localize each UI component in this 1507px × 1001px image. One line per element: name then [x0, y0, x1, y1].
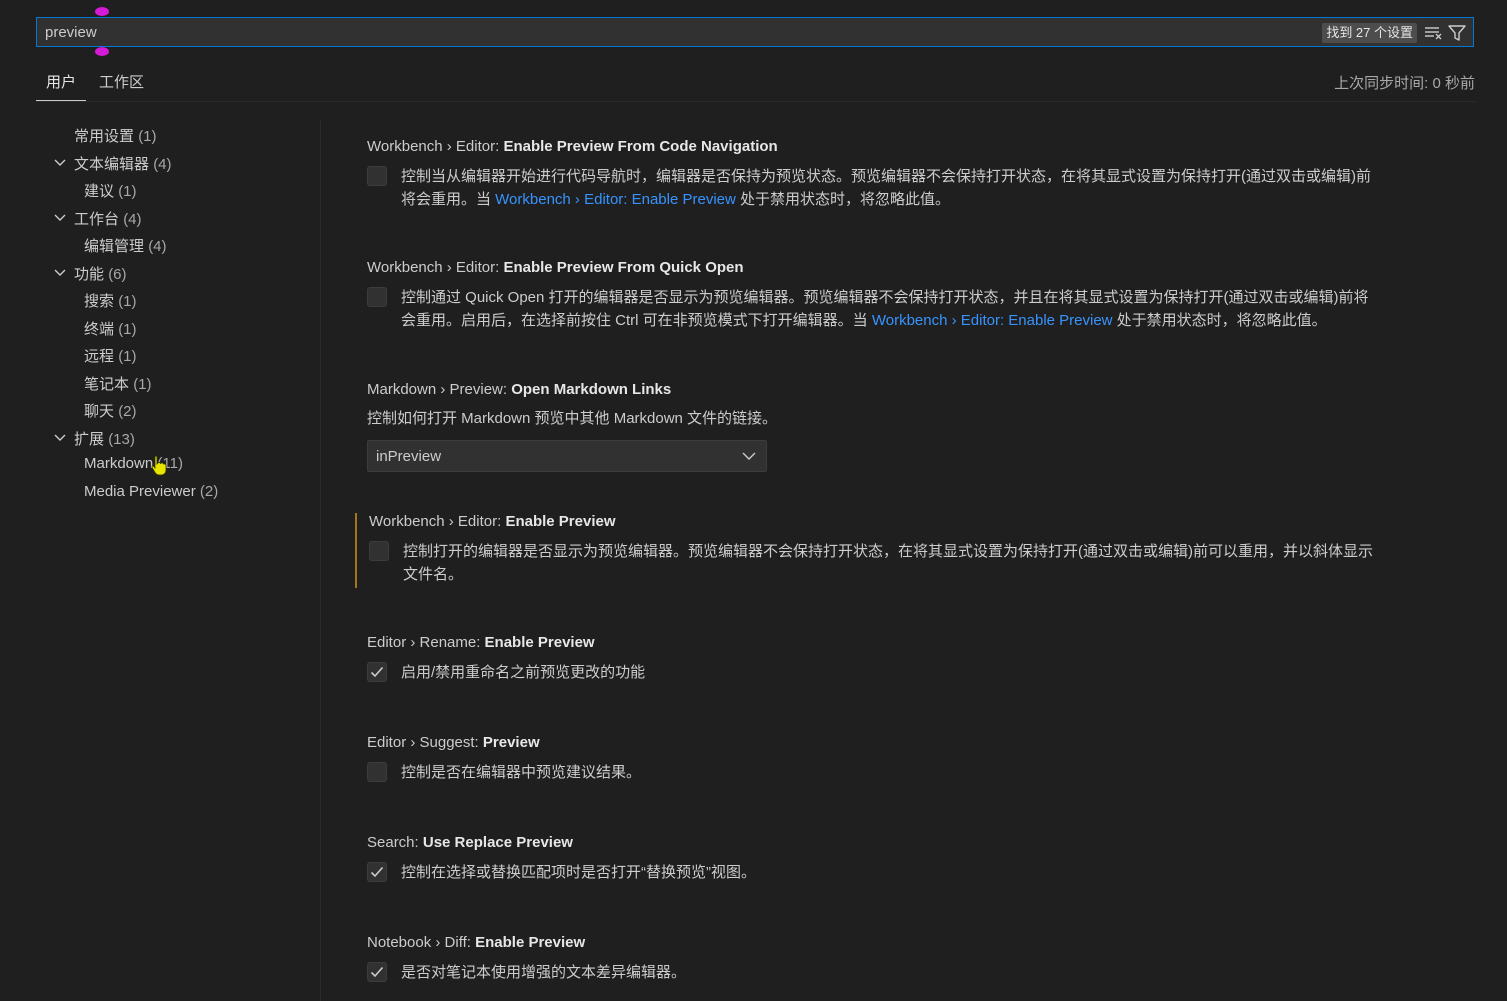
setting-title: Markdown › Preview: Open Markdown Links: [367, 381, 672, 398]
setting-suggest-preview: Editor › Suggest: Preview 控制是否在编辑器中预览建议结…: [355, 734, 1465, 789]
setting-title: Workbench › Editor: Enable Preview: [369, 513, 616, 530]
filter-icon[interactable]: [1447, 23, 1467, 43]
toc-divider: [320, 120, 321, 1001]
setting-title: Search: Use Replace Preview: [367, 834, 573, 851]
setting-enable-preview: Workbench › Editor: Enable Preview 控制打开的…: [355, 513, 1467, 588]
sync-status: 上次同步时间: 0 秒前: [1334, 75, 1475, 92]
toc-item-remote[interactable]: 远程 (1): [84, 345, 137, 366]
chevron-down-icon[interactable]: [54, 157, 66, 169]
toc-item-markdown[interactable]: Markdown (11): [84, 455, 183, 472]
setting-notebook-diff-enable-preview: Notebook › Diff: Enable Preview 是否对笔记本使用…: [355, 934, 1465, 989]
setting-link[interactable]: Workbench › Editor: Enable Preview: [872, 312, 1113, 329]
setting-description: 控制如何打开 Markdown 预览中其他 Markdown 文件的链接。: [367, 410, 778, 427]
setting-description: 控制在选择或替换匹配项时是否打开“替换预览”视图。: [401, 864, 756, 881]
chevron-down-icon[interactable]: [54, 212, 66, 224]
toc-item-common[interactable]: 常用设置 (1): [74, 125, 157, 146]
chevron-down-icon[interactable]: [54, 267, 66, 279]
toc-item-chat[interactable]: 聊天 (2): [84, 400, 137, 421]
setting-link[interactable]: Workbench › Editor: Enable Preview: [495, 191, 736, 208]
search-result-count: 找到 27 个设置: [1322, 23, 1417, 43]
tabs-divider: [36, 101, 1475, 102]
setting-use-replace-preview: Search: Use Replace Preview 控制在选择或替换匹配项时…: [355, 834, 1465, 889]
checkmark-icon: [370, 966, 384, 978]
toc-item-terminal[interactable]: 终端 (1): [84, 318, 137, 339]
settings-search-box[interactable]: 找到 27 个设置: [36, 17, 1474, 47]
toc-item-search[interactable]: 搜索 (1): [84, 290, 137, 311]
toc-item-media-previewer[interactable]: Media Previewer (2): [84, 483, 218, 500]
checkmark-icon: [370, 866, 384, 878]
setting-checkbox[interactable]: [367, 166, 387, 186]
setting-enable-preview-from-quick-open: Workbench › Editor: Enable Preview From …: [355, 259, 1465, 339]
toc-item-notebook[interactable]: 笔记本 (1): [84, 373, 152, 394]
setting-checkbox[interactable]: [367, 962, 387, 982]
checkmark-icon: [370, 666, 384, 678]
chevron-down-icon[interactable]: [54, 432, 66, 444]
tab-user[interactable]: 用户: [36, 72, 87, 102]
open-markdown-links-select[interactable]: inPreview: [367, 440, 767, 472]
toc-item-text-editor[interactable]: 文本编辑器 (4): [74, 153, 172, 174]
setting-enable-preview-from-code-navigation: Workbench › Editor: Enable Preview From …: [355, 138, 1465, 218]
settings-search-input[interactable]: [45, 18, 1245, 46]
toc-item-suggest[interactable]: 建议 (1): [84, 180, 137, 201]
setting-title: Workbench › Editor: Enable Preview From …: [367, 138, 778, 155]
toc-item-extensions[interactable]: 扩展 (13): [74, 428, 135, 449]
clear-filter-icon[interactable]: [1423, 23, 1443, 43]
setting-description: 控制是否在编辑器中预览建议结果。: [401, 764, 642, 781]
setting-title: Workbench › Editor: Enable Preview From …: [367, 259, 744, 276]
setting-checkbox[interactable]: [367, 287, 387, 307]
toc-item-features[interactable]: 功能 (6): [74, 263, 127, 284]
setting-rename-enable-preview: Editor › Rename: Enable Preview 启用/禁用重命名…: [355, 634, 1465, 689]
setting-checkbox[interactable]: [367, 762, 387, 782]
setting-description: 控制通过 Quick Open 打开的编辑器是否显示为预览编辑器。预览编辑器不会…: [401, 289, 1369, 329]
tab-workspace[interactable]: 工作区: [99, 72, 144, 100]
text-cursor-handle-top: [95, 7, 109, 16]
setting-checkbox[interactable]: [367, 662, 387, 682]
chevron-down-icon: [742, 452, 756, 460]
setting-checkbox[interactable]: [369, 541, 389, 561]
setting-description: 启用/禁用重命名之前预览更改的功能: [401, 664, 646, 681]
setting-title: Editor › Suggest: Preview: [367, 734, 540, 751]
toc-item-workbench[interactable]: 工作台 (4): [74, 208, 142, 229]
toc-item-editor-management[interactable]: 编辑管理 (4): [84, 235, 167, 256]
setting-title: Editor › Rename: Enable Preview: [367, 634, 595, 651]
hand-pointer-icon: [151, 455, 167, 476]
setting-description: 是否对笔记本使用增强的文本差异编辑器。: [401, 964, 687, 981]
text-cursor-handle-bottom: [95, 47, 109, 56]
setting-title: Notebook › Diff: Enable Preview: [367, 934, 586, 951]
setting-checkbox[interactable]: [367, 862, 387, 882]
setting-open-markdown-links: Markdown › Preview: Open Markdown Links …: [355, 381, 1465, 476]
setting-description: 控制当从编辑器开始进行代码导航时，编辑器是否保持为预览状态。预览编辑器不会保持打…: [401, 168, 1371, 208]
setting-description: 控制打开的编辑器是否显示为预览编辑器。预览编辑器不会保持打开状态，在将其显式设置…: [403, 543, 1373, 583]
